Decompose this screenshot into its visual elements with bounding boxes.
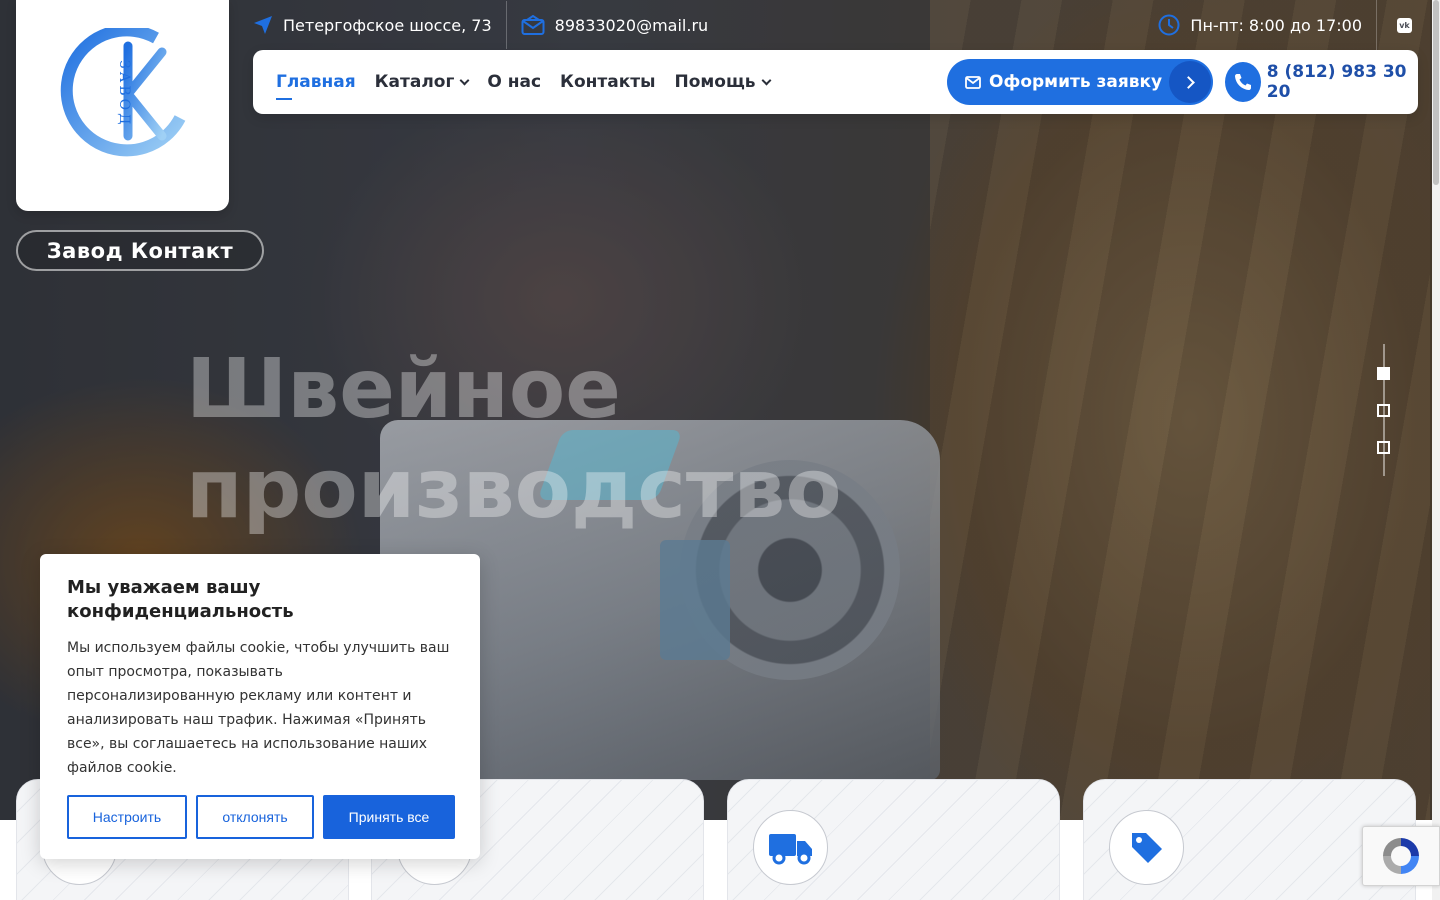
chevron-down-icon [459, 75, 470, 85]
slider-pagination [1377, 344, 1390, 476]
email-text: 89833020@mail.ru [554, 15, 709, 35]
cookie-text: Мы используем файлы cookie, чтобы улучши… [67, 640, 450, 776]
recaptcha-badge[interactable] [1362, 826, 1440, 886]
envelope-icon [521, 15, 545, 35]
phone-link[interactable]: 8 (812) 983 30 20 [1225, 62, 1418, 102]
chevron-right-icon [1169, 61, 1211, 103]
nav-home[interactable]: Главная [276, 72, 356, 100]
cookie-reject-button[interactable]: отклонять [196, 795, 314, 839]
recaptcha-icon [1383, 838, 1419, 874]
feature-card-delivery[interactable] [727, 779, 1060, 900]
brand-name-pill[interactable]: Завод Контакт [16, 230, 264, 271]
order-request-label: Оформить заявку [989, 72, 1163, 92]
clock-icon [1158, 14, 1180, 36]
top-bar: Петергофское шоссе, 73 89833020@mail.ru … [253, 0, 1432, 50]
nav-contacts-label: Контакты [560, 72, 656, 92]
nav-catalog-label: Каталог [374, 72, 455, 92]
cookie-customize-button[interactable]: Настроить [67, 795, 187, 839]
phone-number: 8 (812) 983 30 20 [1266, 62, 1407, 102]
order-request-button[interactable]: Оформить заявку [947, 59, 1213, 105]
email-item[interactable]: 89833020@mail.ru [521, 0, 709, 50]
nav-about-label: О нас [487, 72, 542, 92]
cookie-title: Мы уважаем вашу конфиденциальность [67, 577, 294, 622]
nav-home-label: Главная [276, 72, 356, 92]
scrollbar-thumb[interactable] [1433, 0, 1439, 185]
cookie-consent-banner: Мы уважаем вашу конфиденциальность Мы ис… [40, 554, 480, 859]
phone-icon [1225, 62, 1261, 102]
scrollbar[interactable] [1432, 0, 1440, 900]
nav-help[interactable]: Помощь [674, 72, 771, 92]
hours-text: Пн-пт: 8:00 до 17:00 [1190, 15, 1362, 35]
vk-link[interactable]: vk [1376, 0, 1432, 50]
slider-dot-1[interactable] [1377, 367, 1390, 380]
main-navbar: Главная Каталог О нас Контакты Помощь Оф… [253, 50, 1418, 114]
vk-icon: vk [1397, 17, 1412, 33]
cookie-accept-button[interactable]: Принять все [323, 795, 455, 839]
location-arrow-icon [254, 16, 272, 34]
divider [505, 1, 507, 49]
hero-paper-patterns [930, 0, 1430, 820]
chevron-down-icon [761, 75, 771, 85]
hero-headline-line1: Швейное [186, 342, 621, 437]
slider-dot-2[interactable] [1377, 404, 1390, 417]
hours-item: Пн-пт: 8:00 до 17:00 [1158, 0, 1362, 50]
hero-headline-line2: производство [186, 442, 842, 537]
nav-help-label: Помощь [674, 72, 756, 92]
address-text: Петергофское шоссе, 73 [283, 15, 492, 35]
nav-contacts[interactable]: Контакты [560, 72, 655, 92]
logo-icon: ЗАВОД [60, 28, 186, 157]
envelope-icon [965, 75, 981, 89]
nav-about[interactable]: О нас [487, 72, 541, 92]
svg-text:ЗАВОД: ЗАВОД [116, 60, 132, 127]
brand-name: Завод Контакт [46, 238, 234, 263]
slider-dot-3[interactable] [1377, 441, 1390, 454]
tag-icon [1109, 810, 1184, 885]
nav-catalog[interactable]: Каталог [374, 72, 470, 92]
hero-headline: Швейное производство [186, 340, 842, 540]
address-item[interactable]: Петергофское шоссе, 73 [253, 0, 492, 50]
truck-icon [753, 810, 828, 885]
logo-card[interactable]: ЗАВОД [16, 0, 229, 211]
